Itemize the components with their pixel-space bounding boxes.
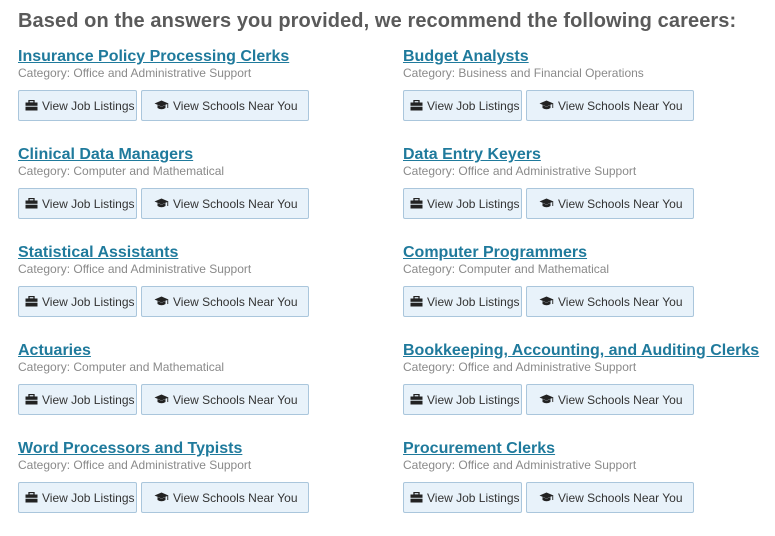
view-schools-label: View Schools Near You (173, 98, 298, 113)
career-category: Category: Office and Administrative Supp… (403, 360, 637, 374)
view-schools-label: View Schools Near You (173, 294, 298, 309)
view-job-listings-label: View Job Listings (42, 196, 135, 211)
career-list: Insurance Policy Processing Clerks Categ… (18, 46, 775, 536)
career-item: Word Processors and Typists Category: Of… (18, 438, 403, 536)
view-schools-button[interactable]: View Schools Near You (526, 384, 694, 415)
view-job-listings-label: View Job Listings (427, 98, 520, 113)
career-title-link[interactable]: Bookkeeping, Accounting, and Auditing Cl… (403, 341, 759, 360)
view-job-listings-label: View Job Listings (427, 392, 520, 407)
career-item: Actuaries Category: Computer and Mathema… (18, 340, 403, 438)
view-schools-button[interactable]: View Schools Near You (141, 286, 309, 317)
view-schools-label: View Schools Near You (173, 392, 298, 407)
view-schools-label: View Schools Near You (558, 392, 683, 407)
career-category: Category: Office and Administrative Supp… (18, 66, 252, 80)
briefcase-icon (25, 394, 38, 405)
graduation-cap-icon (154, 296, 169, 307)
view-schools-button[interactable]: View Schools Near You (141, 90, 309, 121)
graduation-cap-icon (154, 492, 169, 503)
briefcase-icon (25, 296, 38, 307)
view-job-listings-label: View Job Listings (42, 294, 135, 309)
briefcase-icon (25, 492, 38, 503)
career-title-link[interactable]: Procurement Clerks (403, 439, 555, 458)
career-title-link[interactable]: Computer Programmers (403, 243, 587, 262)
career-category: Category: Office and Administrative Supp… (403, 458, 637, 472)
graduation-cap-icon (539, 198, 554, 209)
briefcase-icon (410, 198, 423, 209)
career-category: Category: Computer and Mathematical (18, 360, 225, 374)
view-job-listings-button[interactable]: View Job Listings (18, 90, 137, 121)
view-job-listings-button[interactable]: View Job Listings (18, 384, 137, 415)
career-title-link[interactable]: Budget Analysts (403, 47, 529, 66)
career-item: Procurement Clerks Category: Office and … (403, 438, 775, 536)
career-category: Category: Computer and Mathematical (403, 262, 610, 276)
career-item: Statistical Assistants Category: Office … (18, 242, 403, 340)
career-category: Category: Office and Administrative Supp… (18, 458, 252, 472)
view-schools-button[interactable]: View Schools Near You (526, 286, 694, 317)
view-job-listings-button[interactable]: View Job Listings (18, 286, 137, 317)
career-item: Data Entry Keyers Category: Office and A… (403, 144, 775, 242)
career-category: Category: Business and Financial Operati… (403, 66, 644, 80)
career-category: Category: Computer and Mathematical (18, 164, 225, 178)
career-item: Computer Programmers Category: Computer … (403, 242, 775, 340)
view-schools-label: View Schools Near You (173, 196, 298, 211)
briefcase-icon (410, 492, 423, 503)
view-job-listings-button[interactable]: View Job Listings (403, 384, 522, 415)
career-item: Clinical Data Managers Category: Compute… (18, 144, 403, 242)
view-job-listings-label: View Job Listings (42, 98, 135, 113)
view-schools-label: View Schools Near You (558, 196, 683, 211)
view-schools-button[interactable]: View Schools Near You (526, 482, 694, 513)
view-schools-label: View Schools Near You (558, 490, 683, 505)
career-title-link[interactable]: Actuaries (18, 341, 91, 360)
career-item: Budget Analysts Category: Business and F… (403, 46, 775, 144)
view-job-listings-button[interactable]: View Job Listings (403, 188, 522, 219)
career-title-link[interactable]: Statistical Assistants (18, 243, 178, 262)
view-job-listings-button[interactable]: View Job Listings (18, 188, 137, 219)
view-job-listings-button[interactable]: View Job Listings (403, 482, 522, 513)
career-title-link[interactable]: Clinical Data Managers (18, 145, 193, 164)
graduation-cap-icon (539, 100, 554, 111)
view-schools-button[interactable]: View Schools Near You (526, 188, 694, 219)
view-schools-label: View Schools Near You (558, 98, 683, 113)
view-job-listings-label: View Job Listings (427, 294, 520, 309)
career-title-link[interactable]: Data Entry Keyers (403, 145, 541, 164)
graduation-cap-icon (539, 394, 554, 405)
career-title-link[interactable]: Insurance Policy Processing Clerks (18, 47, 289, 66)
page-heading: Based on the answers you provided, we re… (18, 10, 737, 32)
view-schools-button[interactable]: View Schools Near You (141, 482, 309, 513)
graduation-cap-icon (154, 198, 169, 209)
career-category: Category: Office and Administrative Supp… (18, 262, 252, 276)
briefcase-icon (410, 100, 423, 111)
view-job-listings-label: View Job Listings (42, 392, 135, 407)
career-item: Insurance Policy Processing Clerks Categ… (18, 46, 403, 144)
career-item: Bookkeeping, Accounting, and Auditing Cl… (403, 340, 775, 438)
view-job-listings-button[interactable]: View Job Listings (18, 482, 137, 513)
briefcase-icon (410, 394, 423, 405)
view-job-listings-button[interactable]: View Job Listings (403, 90, 522, 121)
view-schools-button[interactable]: View Schools Near You (141, 384, 309, 415)
view-schools-button[interactable]: View Schools Near You (141, 188, 309, 219)
view-job-listings-label: View Job Listings (42, 490, 135, 505)
view-job-listings-label: View Job Listings (427, 196, 520, 211)
briefcase-icon (25, 100, 38, 111)
view-schools-button[interactable]: View Schools Near You (526, 90, 694, 121)
briefcase-icon (410, 296, 423, 307)
career-title-link[interactable]: Word Processors and Typists (18, 439, 242, 458)
view-schools-label: View Schools Near You (558, 294, 683, 309)
graduation-cap-icon (154, 394, 169, 405)
graduation-cap-icon (154, 100, 169, 111)
graduation-cap-icon (539, 492, 554, 503)
graduation-cap-icon (539, 296, 554, 307)
view-schools-label: View Schools Near You (173, 490, 298, 505)
view-job-listings-button[interactable]: View Job Listings (403, 286, 522, 317)
view-job-listings-label: View Job Listings (427, 490, 520, 505)
briefcase-icon (25, 198, 38, 209)
career-category: Category: Office and Administrative Supp… (403, 164, 637, 178)
